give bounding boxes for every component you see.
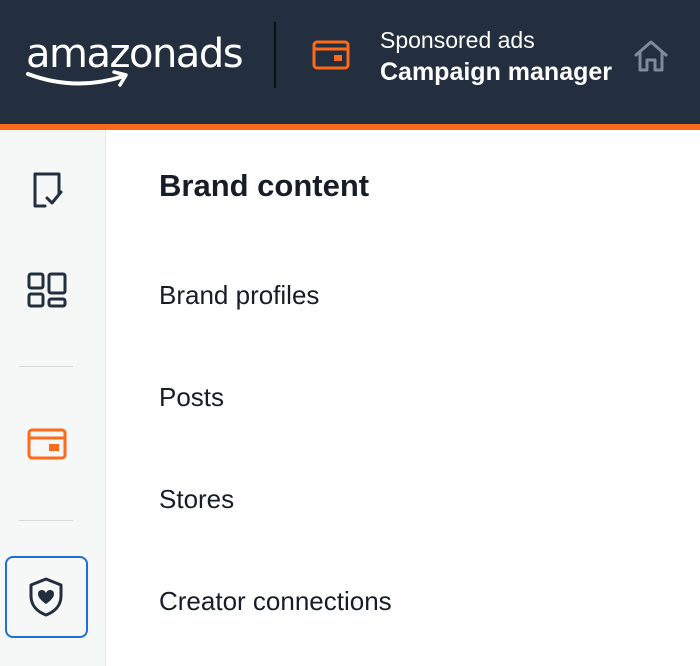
left-sidebar	[0, 130, 106, 666]
amazon-ads-logo[interactable]: amazonads	[26, 30, 244, 90]
sidebar-item-campaigns[interactable]	[22, 422, 72, 466]
campaign-card-icon	[27, 428, 67, 460]
home-icon[interactable]	[632, 38, 670, 74]
task-checklist-icon	[33, 172, 63, 208]
link-brand-profiles[interactable]: Brand profiles	[159, 280, 319, 311]
link-posts[interactable]: Posts	[159, 382, 224, 413]
sidebar-item-tasks[interactable]	[22, 168, 72, 212]
top-header: amazonads Sponsored ads Campaign manager	[0, 0, 700, 124]
smile-arrow-icon	[26, 70, 128, 87]
link-stores[interactable]: Stores	[159, 484, 234, 515]
app-subtitle: Sponsored ads	[380, 27, 535, 53]
sidebar-divider	[19, 366, 73, 367]
shield-heart-icon	[29, 577, 63, 616]
section-title: Brand content	[159, 168, 370, 203]
app-title[interactable]: Campaign manager	[380, 58, 612, 87]
sidebar-divider	[19, 520, 73, 521]
sidebar-item-brand-content[interactable]	[5, 556, 88, 638]
link-creator-connections[interactable]: Creator connections	[159, 586, 392, 617]
sidebar-item-dashboard[interactable]	[22, 268, 72, 312]
brand-content-panel: Brand content Brand profiles Posts Store…	[107, 130, 700, 666]
dashboard-grid-icon	[27, 272, 67, 308]
campaign-card-icon	[312, 40, 350, 70]
header-divider	[274, 22, 276, 88]
sidebar-item-brand-content-icon	[7, 558, 85, 635]
